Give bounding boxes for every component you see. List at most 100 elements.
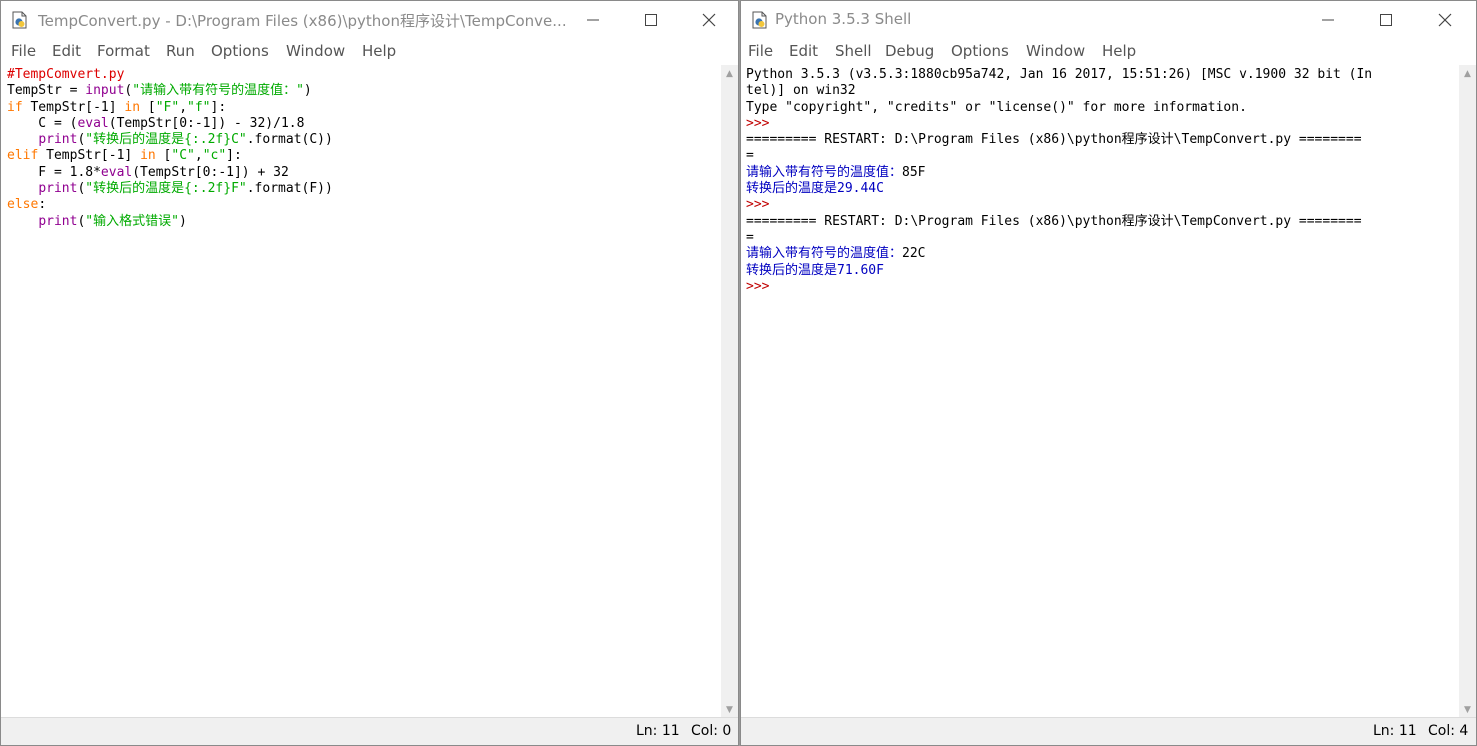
text-token: print	[38, 213, 78, 229]
text-line: #TempComvert.py	[7, 67, 720, 83]
text-line: else:	[7, 197, 720, 213]
text-token: >>>	[746, 115, 778, 131]
menu-window[interactable]: Window	[1026, 42, 1085, 60]
text-token: if	[7, 99, 23, 115]
column-number-status: Col: 0	[691, 723, 732, 739]
text-token: print	[38, 132, 78, 148]
text-token: (TempStr[0:-1]) + 32	[132, 164, 289, 180]
menu-edit[interactable]: Edit	[789, 42, 818, 60]
text-line: ========= RESTART: D:\Program Files (x86…	[746, 214, 1458, 230]
text-token: eval	[77, 115, 109, 131]
text-token: 转换后的温度是71.60F	[746, 262, 884, 278]
scroll-down-arrow-icon[interactable]: ▼	[1459, 701, 1476, 718]
text-token: "f"	[187, 99, 211, 115]
python-shell-icon	[751, 11, 769, 29]
text-line: print("转换后的温度是{:.2f}C".format(C))	[7, 132, 720, 148]
menu-debug[interactable]: Debug	[885, 42, 934, 60]
column-number-status: Col: 4	[1428, 723, 1469, 739]
text-line: C = (eval(TempStr[0:-1]) - 32)/1.8	[7, 116, 720, 132]
menu-file[interactable]: File	[11, 42, 36, 60]
text-token: "c"	[202, 148, 227, 164]
menu-help[interactable]: Help	[1102, 42, 1136, 60]
text-line: if TempStr[-1] in ["F","f"]:	[7, 100, 720, 116]
text-token: Python 3.5.3 (v3.5.3:1880cb95a742, Jan 1…	[746, 67, 1373, 82]
text-line: Python 3.5.3 (v3.5.3:1880cb95a742, Jan 1…	[746, 67, 1458, 83]
shell-status-bar: Ln: 11 Col: 4	[741, 717, 1476, 745]
text-line: >>>	[746, 116, 1458, 132]
text-line: 请输入带有符号的温度值：22C	[746, 246, 1458, 262]
text-token: TempStr[-1]	[38, 148, 141, 164]
text-token: F = 1.8*	[7, 164, 101, 180]
text-token: ,	[194, 148, 203, 164]
text-token: ========= RESTART: D:\Program Files (x86…	[746, 213, 1362, 229]
text-line: F = 1.8*eval(TempStr[0:-1]) + 32	[7, 165, 720, 181]
text-token: else	[7, 197, 39, 213]
text-token: "输入格式错误"	[85, 213, 179, 229]
text-token: "转换后的温度是{:.2f}F"	[85, 181, 247, 197]
menu-options[interactable]: Options	[211, 42, 269, 60]
scroll-up-arrow-icon[interactable]: ▲	[721, 65, 738, 82]
text-token: C = (	[7, 115, 78, 131]
minimize-button[interactable]	[1299, 1, 1357, 39]
shell-output-text[interactable]: Python 3.5.3 (v3.5.3:1880cb95a742, Jan 1…	[746, 67, 1458, 715]
text-line: >>>	[746, 197, 1458, 213]
text-line: 请输入带有符号的温度值：85F	[746, 165, 1458, 181]
menu-window[interactable]: Window	[286, 42, 345, 60]
shell-title-bar[interactable]: Python 3.5.3 Shell	[741, 1, 1476, 39]
editor-window: TempConvert.py - D:\Program Files (x86)\…	[0, 0, 739, 746]
text-token: =	[746, 148, 754, 164]
text-token: TempStr[-1]	[22, 99, 125, 115]
text-token: "转换后的温度是{:.2f}C"	[85, 132, 247, 148]
text-line: >>>	[746, 279, 1458, 295]
editor-vertical-scrollbar[interactable]: ▲ ▼	[721, 65, 738, 718]
scroll-up-arrow-icon[interactable]: ▲	[1459, 65, 1476, 82]
menu-help[interactable]: Help	[362, 42, 396, 60]
text-token: #TempComvert.py	[7, 67, 125, 82]
text-token: >>>	[746, 278, 778, 294]
text-line: tel)] on win32	[746, 83, 1458, 99]
window-title: TempConvert.py - D:\Program Files (x86)\…	[38, 12, 567, 30]
maximize-button[interactable]	[622, 1, 680, 39]
code-editor-text[interactable]: #TempComvert.py TempStr = input("请输入带有符号的…	[7, 67, 720, 715]
text-token: "C"	[171, 148, 195, 164]
text-token: ========= RESTART: D:\Program Files (x86…	[746, 132, 1362, 148]
text-token: in	[124, 99, 141, 115]
menu-file[interactable]: File	[748, 42, 773, 60]
text-token: "F"	[155, 99, 180, 115]
text-line: 转换后的温度是29.44C	[746, 181, 1458, 197]
close-button[interactable]	[1416, 1, 1474, 39]
text-token: >>>	[746, 197, 778, 213]
menu-run[interactable]: Run	[166, 42, 195, 60]
close-icon	[1438, 13, 1452, 27]
text-line: 转换后的温度是71.60F	[746, 263, 1458, 279]
text-token: )	[178, 213, 187, 229]
text-line: =	[746, 230, 1458, 246]
menu-shell[interactable]: Shell	[835, 42, 872, 60]
text-token: :	[38, 197, 47, 213]
minimize-button[interactable]	[564, 1, 622, 39]
text-token: TempStr =	[7, 83, 86, 99]
text-line: print("输入格式错误")	[7, 214, 720, 230]
menu-edit[interactable]: Edit	[52, 42, 81, 60]
menu-format[interactable]: Format	[97, 42, 150, 60]
text-token: ]:	[226, 148, 242, 164]
text-token: =	[746, 229, 754, 245]
text-line: TempStr = input("请输入带有符号的温度值：")	[7, 83, 720, 99]
minimize-icon	[1322, 19, 1334, 21]
editor-title-bar[interactable]: TempConvert.py - D:\Program Files (x86)\…	[1, 1, 738, 39]
line-number-status: Ln: 11	[636, 723, 680, 739]
window-title: Python 3.5.3 Shell	[775, 10, 912, 28]
scroll-down-arrow-icon[interactable]: ▼	[721, 701, 738, 718]
menu-options[interactable]: Options	[951, 42, 1009, 60]
text-token: 转换后的温度是29.44C	[746, 181, 884, 197]
maximize-button[interactable]	[1357, 1, 1415, 39]
text-line: elif TempStr[-1] in ["C","c"]:	[7, 148, 720, 164]
shell-menu-bar: File Edit Shell Debug Options Window Hel…	[741, 39, 1476, 65]
text-token: [	[155, 148, 172, 164]
close-button[interactable]	[680, 1, 738, 39]
text-token: 22C	[902, 246, 926, 262]
text-token: ,	[179, 99, 188, 115]
shell-vertical-scrollbar[interactable]: ▲ ▼	[1459, 65, 1476, 718]
